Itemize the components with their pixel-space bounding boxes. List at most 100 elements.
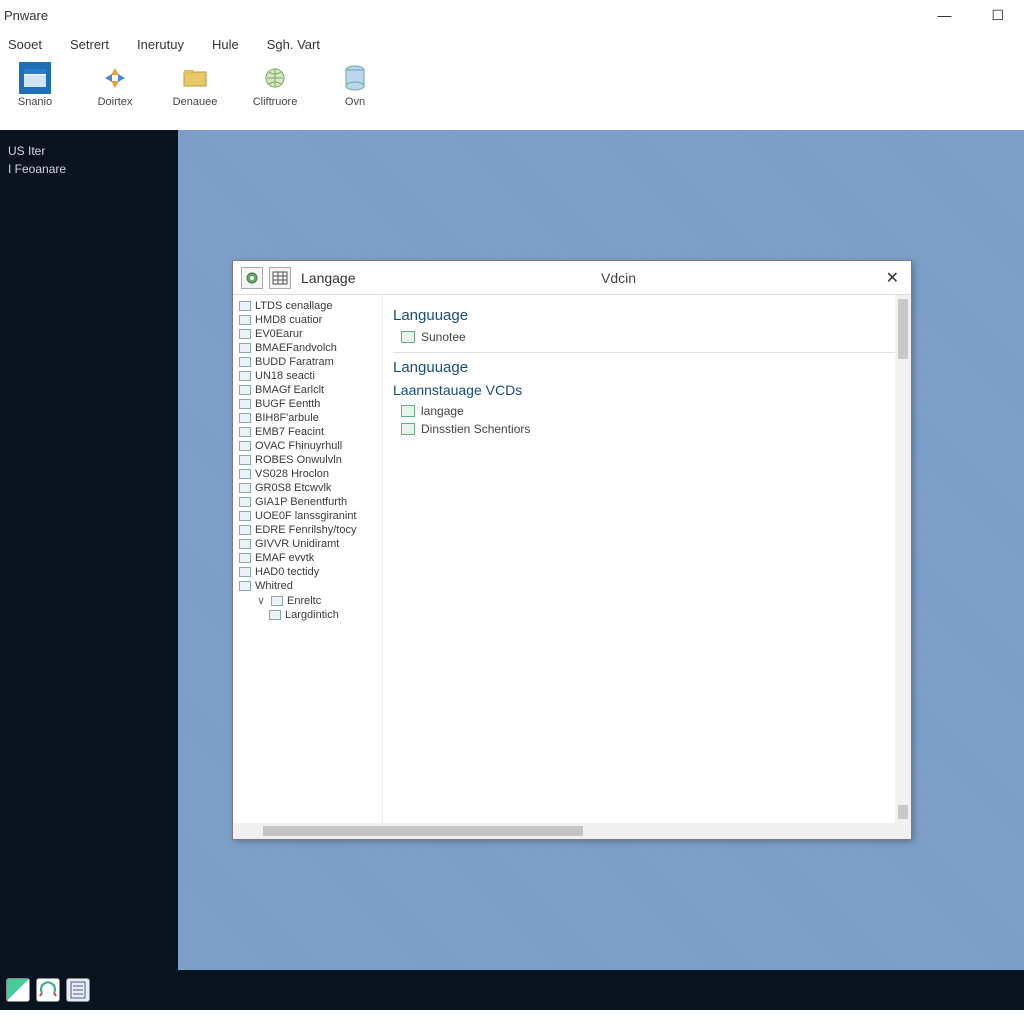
task-icon-2[interactable]: [36, 978, 60, 1002]
tree-node-5[interactable]: UN18 seacti: [239, 369, 380, 383]
left-pane: US Iter I Feoanare: [0, 130, 178, 970]
tree-node-2[interactable]: EV0Earur: [239, 327, 380, 341]
tree-item-label: BMAGf Earlclt: [255, 384, 324, 396]
folder-icon: [179, 62, 211, 94]
ribbon-item-0[interactable]: Snanio: [6, 62, 64, 108]
tree-item-icon: [239, 427, 251, 437]
tree-item-label: ROBES Onwulvln: [255, 454, 342, 466]
tree-node-4[interactable]: BUDD Faratram: [239, 355, 380, 369]
content-row-2-label: langage: [421, 404, 464, 418]
tree-item-label: Enreltc: [287, 595, 321, 607]
bottom-bar: VCDS Ofeuting Sers Inttios: [0, 1010, 1024, 1024]
tree-node-21[interactable]: ∨ Enreltc: [239, 593, 380, 608]
menu-item-1[interactable]: Setrert: [70, 37, 109, 52]
menu-item-0[interactable]: Sooet: [8, 37, 42, 52]
content-row-2[interactable]: langage: [393, 402, 901, 420]
ribbon-item-1[interactable]: Doirtex: [86, 62, 144, 108]
tree-node-22[interactable]: Largdintich: [239, 608, 380, 622]
inner-window-header: Langage Vdcin ✕: [233, 261, 911, 295]
tree-node-3[interactable]: BMAEFandvolch: [239, 341, 380, 355]
tree-node-16[interactable]: EDRE Fenrilshy/tocy: [239, 523, 380, 537]
tree-node-10[interactable]: OVAC Fhinuyrhull: [239, 439, 380, 453]
horizontal-scrollbar[interactable]: [233, 823, 911, 839]
window-controls: — ☐: [937, 7, 1024, 24]
tree-item-icon: [239, 497, 251, 507]
ribbon-item-3[interactable]: Cliftruore: [246, 62, 304, 108]
ribbon-label-1: Doirtex: [98, 96, 133, 108]
tree-node-7[interactable]: BUGF Eentth: [239, 397, 380, 411]
window-title: Pnware: [4, 8, 48, 23]
ribbon-label-2: Denauee: [173, 96, 218, 108]
tree-item-label: HAD0 tectidy: [255, 566, 319, 578]
tree-item-icon: [239, 553, 251, 563]
tree-node-9[interactable]: EMB7 Feacint: [239, 425, 380, 439]
tree-node-11[interactable]: ROBES Onwulvln: [239, 453, 380, 467]
inner-window: Langage Vdcin ✕ LTDS cenallageHMD8 cuati…: [232, 260, 912, 840]
ribbon-label-4: Ovn: [345, 96, 365, 108]
task-icon-3[interactable]: [66, 978, 90, 1002]
scrollbar-thumb[interactable]: [263, 826, 583, 836]
content-row-3[interactable]: Dinsstien Schentiors: [393, 420, 901, 438]
tree-item-icon: [239, 315, 251, 325]
tree-item-label: VS028 Hroclon: [255, 468, 329, 480]
menu-item-3[interactable]: Hule: [212, 37, 239, 52]
task-strip: [0, 970, 1024, 1010]
list-item-icon: [401, 331, 415, 343]
tree-item-icon: [239, 441, 251, 451]
tree-node-6[interactable]: BMAGf Earlclt: [239, 383, 380, 397]
tree-item-label: EDRE Fenrilshy/tocy: [255, 524, 356, 536]
tree-node-14[interactable]: GIA1P Benentfurth: [239, 495, 380, 509]
main-area: US Iter I Feoanare Langage Vdcin ✕: [0, 130, 1024, 970]
task-icon-1[interactable]: [6, 978, 30, 1002]
tree-node-20[interactable]: Whitred: [239, 579, 380, 593]
grid-icon[interactable]: [269, 267, 291, 289]
tree-pane: LTDS cenallageHMD8 cuatiorEV0EarurBMAEFa…: [233, 295, 383, 823]
leftpane-line2: I Feoanare: [8, 162, 170, 176]
ribbon-item-4[interactable]: Ovn: [326, 62, 384, 108]
tree-item-label: EMB7 Feacint: [255, 426, 324, 438]
menubar: Sooet Setrert Inerutuy Hule Sgh. Vart: [0, 30, 1024, 58]
tree-item-label: BIH8F'arbule: [255, 412, 319, 424]
workspace: Langage Vdcin ✕ LTDS cenallageHMD8 cuati…: [178, 130, 1024, 970]
tree-node-18[interactable]: EMAF evvtk: [239, 551, 380, 565]
database-icon: [339, 62, 371, 94]
tree-node-1[interactable]: HMD8 cuatior: [239, 313, 380, 327]
ribbon-label-3: Cliftruore: [253, 96, 298, 108]
window-icon: [19, 62, 51, 94]
tree-item-icon: [239, 357, 251, 367]
ribbon-item-2[interactable]: Denauee: [166, 62, 224, 108]
tree-node-19[interactable]: HAD0 tectidy: [239, 565, 380, 579]
tree-node-15[interactable]: UOE0F lanssgiranint: [239, 509, 380, 523]
tree-item-label: EV0Earur: [255, 328, 303, 340]
titlebar: Pnware — ☐: [0, 0, 1024, 30]
section-heading-3: Laannstauage VCDs: [393, 382, 901, 398]
ribbon: Snanio Doirtex Denauee Cliftruore Ovn: [0, 58, 1024, 130]
tree-node-17[interactable]: GIVVR Unidiramt: [239, 537, 380, 551]
content-row-1[interactable]: Sunotee: [393, 328, 901, 346]
tree-item-icon: [239, 343, 251, 353]
tree-item-icon: [239, 413, 251, 423]
close-icon[interactable]: ✕: [882, 268, 903, 288]
leftpane-line1: US Iter: [8, 144, 170, 158]
globe-icon: [259, 62, 291, 94]
minimize-button[interactable]: —: [937, 7, 951, 24]
tree-item-label: LTDS cenallage: [255, 300, 332, 312]
tree-item-icon: [271, 596, 283, 606]
menu-item-2[interactable]: Inerutuy: [137, 37, 184, 52]
section-heading-1: Languuage: [393, 307, 901, 324]
tree-node-0[interactable]: LTDS cenallage: [239, 299, 380, 313]
tree-item-label: BUDD Faratram: [255, 356, 334, 368]
tree-node-12[interactable]: VS028 Hroclon: [239, 467, 380, 481]
maximize-button[interactable]: ☐: [991, 7, 1004, 24]
tree-item-label: Largdintich: [285, 609, 339, 621]
section-heading-2: Languuage: [393, 359, 901, 376]
gear-icon[interactable]: [241, 267, 263, 289]
tree-item-icon: [239, 539, 251, 549]
inner-window-caption: Vdcin: [601, 270, 636, 286]
tree-node-8[interactable]: BIH8F'arbule: [239, 411, 380, 425]
vertical-scrollbar[interactable]: [895, 295, 911, 823]
menu-item-4[interactable]: Sgh. Vart: [267, 37, 320, 52]
tree-expander-icon[interactable]: ∨: [257, 594, 267, 607]
tree-node-13[interactable]: GR0S8 Etcwvlk: [239, 481, 380, 495]
tree-item-label: UN18 seacti: [255, 370, 315, 382]
